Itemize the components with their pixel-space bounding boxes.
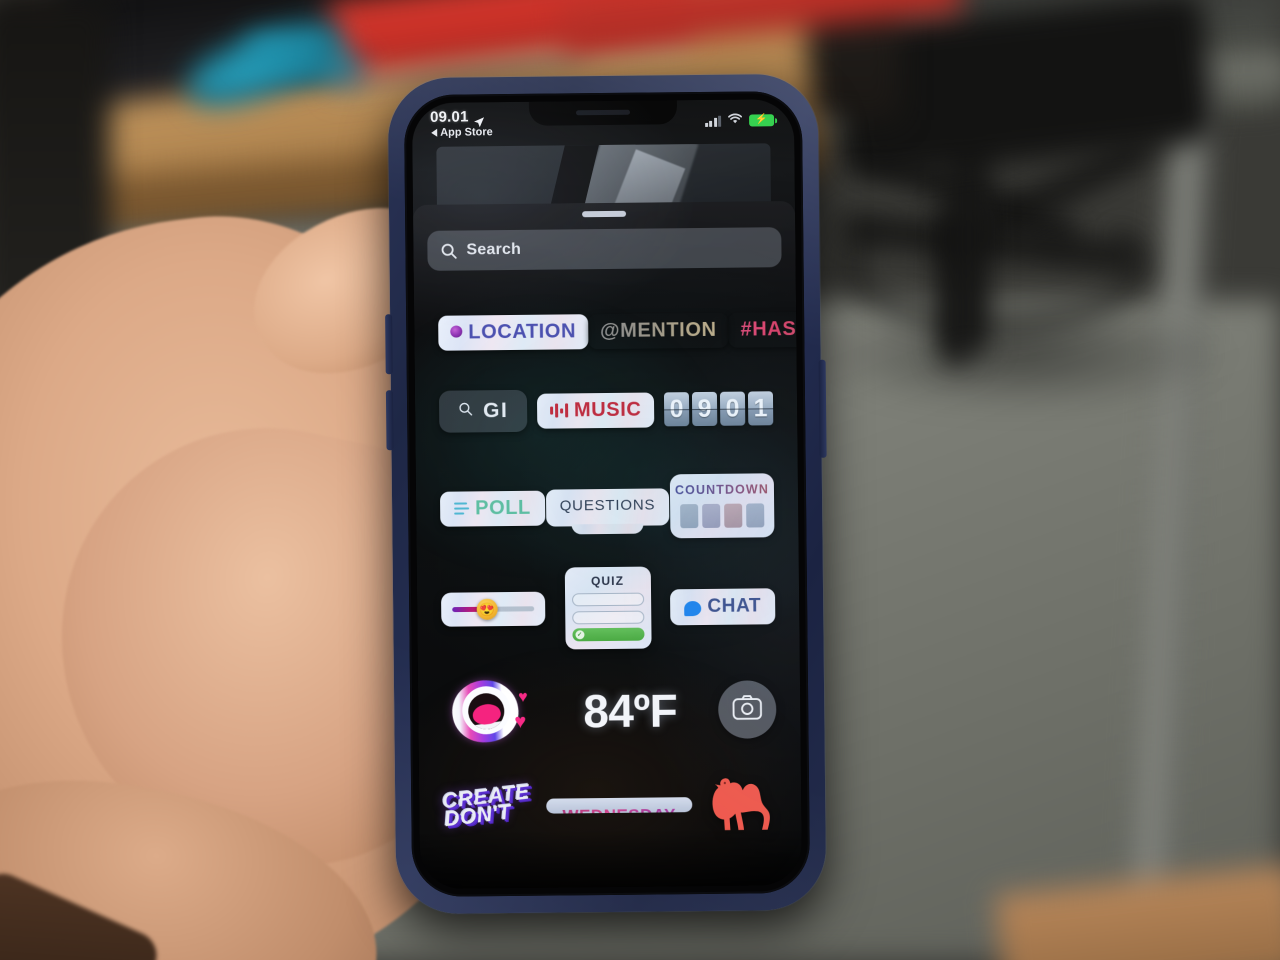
chat-sticker-label: CHAT xyxy=(707,595,762,617)
back-label: App Store xyxy=(440,126,493,139)
camel-sticker[interactable] xyxy=(707,774,778,833)
poll-bars-icon xyxy=(454,502,470,515)
sticker-tray-sheet: Search LOCATION @MENTION #HASHTAG GI MUS… xyxy=(412,201,803,889)
music-sticker-label: MUSIC xyxy=(573,398,642,421)
gif-sticker-label: GI xyxy=(483,399,509,423)
clock-digit: 1 xyxy=(747,391,774,426)
volume-up-button[interactable] xyxy=(385,314,393,375)
search-bar[interactable]: Search xyxy=(427,227,782,271)
mention-sticker[interactable]: @MENTION xyxy=(588,312,729,348)
back-caret-icon xyxy=(431,128,438,137)
lips-hearts-sticker[interactable]: ♥ ♥ xyxy=(442,674,543,751)
sticker-row-1: LOCATION @MENTION #HASHTAG xyxy=(438,283,802,364)
camel-icon xyxy=(712,778,770,831)
back-to-app-store[interactable]: App Store xyxy=(431,126,493,139)
power-button[interactable] xyxy=(818,359,827,458)
countdown-digit-blocks xyxy=(680,503,765,529)
quiz-option-row[interactable] xyxy=(571,610,644,625)
sticker-grid: LOCATION @MENTION #HASHTAG GI MUSIC 0 9 … xyxy=(414,283,802,889)
camera-icon xyxy=(732,694,762,725)
music-sticker[interactable]: MUSIC xyxy=(536,391,655,429)
quiz-sticker[interactable]: QUIZ ✓ xyxy=(564,566,652,650)
countdown-block xyxy=(702,503,721,529)
sticker-row-2: GI MUSIC 0 9 0 1 xyxy=(438,361,774,458)
wednesday-sticker[interactable]: WEDNESDAY xyxy=(546,796,693,814)
sticker-row-4: 😍 QUIZ ✓ CHAT xyxy=(441,555,776,660)
quiz-option-row[interactable] xyxy=(571,592,644,607)
clock-digit: 9 xyxy=(691,391,718,427)
wifi-icon xyxy=(727,112,743,130)
phone-device: 09.01 App Store ⚡ Search LOCATION @MENTI… xyxy=(385,73,827,915)
map-pin-icon xyxy=(450,325,463,338)
location-sticker-label: LOCATION xyxy=(468,319,577,343)
gif-sticker[interactable]: GI xyxy=(438,389,528,433)
charging-bolt-icon: ⚡ xyxy=(755,114,768,126)
battery-charging-icon: ⚡ xyxy=(749,114,775,127)
sticker-row-3: POLL QUESTIONS COUNTDOWN xyxy=(439,455,775,558)
quiz-sticker-label: QUIZ xyxy=(590,573,625,588)
sticker-row-5: ♥ ♥ 84ºF xyxy=(442,657,777,764)
search-input[interactable]: Search xyxy=(466,241,521,260)
check-icon: ✓ xyxy=(575,630,585,640)
countdown-block xyxy=(680,504,699,529)
cellular-signal-icon xyxy=(704,115,722,127)
countdown-sticker[interactable]: COUNTDOWN xyxy=(669,473,775,539)
heart-icon: ♥ xyxy=(518,688,528,706)
poll-sticker-label: POLL xyxy=(475,496,531,519)
location-sticker[interactable]: LOCATION xyxy=(438,313,589,351)
countdown-sticker-label: COUNTDOWN xyxy=(674,482,770,498)
sheet-grabber-handle[interactable] xyxy=(582,210,627,218)
chat-sticker[interactable]: CHAT xyxy=(670,588,776,626)
clock-digit: 0 xyxy=(663,392,690,427)
music-wave-icon xyxy=(549,403,569,418)
phone-screen: 09.01 App Store ⚡ Search LOCATION @MENTI… xyxy=(411,99,803,889)
questions-sticker[interactable]: QUESTIONS xyxy=(545,487,670,527)
poll-sticker[interactable]: POLL xyxy=(439,490,546,527)
clock-digit: 0 xyxy=(719,391,746,426)
hashtag-sticker[interactable]: #HASHTAG xyxy=(728,311,802,347)
search-icon xyxy=(458,401,473,421)
volume-down-button[interactable] xyxy=(385,390,394,451)
clock-sticker[interactable]: 0 9 0 1 xyxy=(663,391,774,427)
status-time: 09.01 xyxy=(429,108,469,126)
emoji-slider-thumb[interactable]: 😍 xyxy=(476,598,498,620)
emoji-slider-sticker[interactable]: 😍 xyxy=(441,591,546,627)
status-bar: 09.01 App Store ⚡ xyxy=(412,99,794,149)
countdown-block xyxy=(724,503,743,528)
quiz-option-row-correct[interactable]: ✓ xyxy=(572,627,645,642)
chat-bubble-icon xyxy=(684,600,702,616)
photo-scene: 09.01 App Store ⚡ Search LOCATION @MENTI… xyxy=(0,0,1280,960)
countdown-block xyxy=(746,503,765,528)
wednesday-sticker-label: WEDNESDAY xyxy=(562,805,676,813)
camera-sticker[interactable] xyxy=(717,680,777,739)
temperature-sticker[interactable]: 84ºF xyxy=(583,683,678,738)
create-dont-sticker[interactable]: CREATE DON'T xyxy=(441,780,532,831)
search-icon xyxy=(440,242,457,259)
sticker-row-6: CREATE DON'T WEDNESDAY xyxy=(441,761,778,848)
heart-icon: ♥ xyxy=(514,710,527,733)
